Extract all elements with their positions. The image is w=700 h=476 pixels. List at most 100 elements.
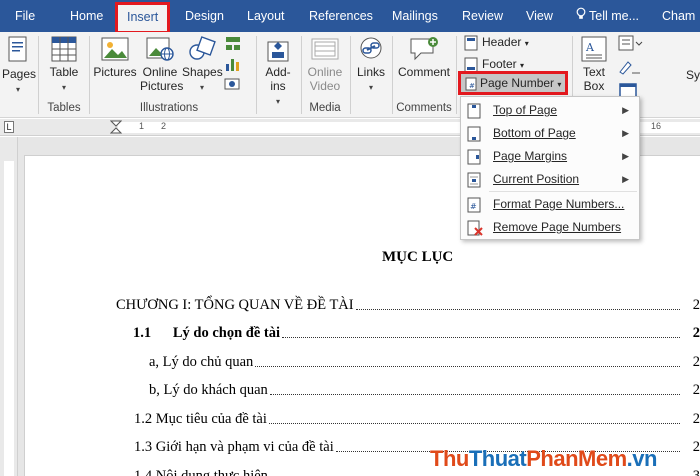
- pictures-button[interactable]: Pictures: [92, 36, 138, 79]
- svg-text:#: #: [470, 202, 477, 211]
- tell-me-label: Tell me...: [589, 9, 640, 23]
- vertical-ruler[interactable]: [0, 137, 18, 476]
- store-icon: [267, 41, 289, 62]
- svg-text:A: A: [585, 41, 595, 54]
- menu-item-label: Remove Page Numbers: [493, 220, 622, 234]
- text-box-icon: A: [581, 36, 607, 62]
- pages-icon: [8, 36, 27, 62]
- shapes-button[interactable]: Shapes ▾: [182, 36, 223, 95]
- toc-entry-text: a, Lý do chủ quan: [149, 354, 254, 370]
- submenu-arrow-icon: ▶: [622, 151, 629, 161]
- screenshot-icon[interactable]: [224, 76, 242, 92]
- menu-item-format-page-numbers[interactable]: # Format Page Numbers...: [461, 193, 639, 216]
- menu-item-label: Current Position: [493, 172, 580, 186]
- site-watermark: ThuThuatPhanMem.vn: [430, 446, 657, 472]
- table-icon: [51, 36, 77, 62]
- links-button[interactable]: Links ▾: [351, 36, 391, 95]
- toc-entry[interactable]: 1.1 Lý do chọn đề tài 2: [133, 322, 700, 342]
- page-number-label: Page Number: [480, 76, 555, 90]
- header-button[interactable]: Header ▾: [464, 32, 529, 52]
- watermark-part: Thuat: [468, 446, 527, 471]
- add-ins-label: Add-ins: [265, 65, 291, 93]
- menu-item-remove-page-numbers[interactable]: Remove Page Numbers: [461, 216, 639, 239]
- ruler-number: 1: [139, 121, 145, 131]
- page-top-icon: [467, 103, 481, 119]
- menu-item-bottom-of-page[interactable]: Bottom of Page ▶: [461, 122, 639, 145]
- ribbon-tab-bar: File Home Insert Design Layout Reference…: [0, 0, 700, 34]
- add-ins-button[interactable]: Add-ins ▾: [258, 36, 298, 109]
- page-number-menu: Top of Page ▶ Bottom of Page ▶ Page Margin…: [460, 96, 640, 240]
- symbols-button[interactable]: Sy: [686, 68, 700, 82]
- group-label-tables: Tables: [47, 102, 81, 114]
- shapes-icon: [189, 36, 216, 60]
- group-separator: [89, 36, 90, 114]
- toc-leader: [282, 337, 680, 338]
- vertical-ruler-text-area: [4, 161, 14, 476]
- tab-mailings[interactable]: Mailings: [392, 0, 438, 32]
- tab-references[interactable]: References: [309, 0, 373, 32]
- toc-entry-text: b, Lý do khách quan: [149, 382, 268, 398]
- link-icon: [360, 37, 382, 59]
- page-number-button[interactable]: # Page Number ▾: [458, 71, 568, 95]
- pages-button[interactable]: Pages ▾: [2, 36, 37, 97]
- tab-insert[interactable]: Insert: [114, 2, 171, 34]
- toc-entry-text: 1.3 Giới hạn và phạm vi của đề tài: [134, 439, 334, 455]
- comment-button[interactable]: Comment: [394, 36, 454, 79]
- user-name[interactable]: Cham: [662, 0, 695, 32]
- remove-page-numbers-icon: [467, 220, 483, 236]
- group-label-illustrations: Illustrations: [139, 102, 199, 114]
- header-icon: [464, 35, 478, 51]
- menu-item-top-of-page[interactable]: Top of Page ▶: [461, 99, 639, 122]
- toc-entry-text: 1.4 Nội dung thực hiện: [134, 468, 268, 476]
- tab-layout[interactable]: Layout: [247, 0, 285, 32]
- smartart-icon[interactable]: [224, 36, 242, 52]
- indent-marker-icon[interactable]: [110, 120, 122, 135]
- menu-item-label: Top of Page: [493, 103, 558, 117]
- toc-entry[interactable]: b, Lý do khách quan 2: [149, 379, 700, 399]
- menu-item-page-margins[interactable]: Page Margins ▶: [461, 145, 639, 168]
- signature-line-icon[interactable]: [618, 58, 648, 76]
- page-number-icon: #: [465, 77, 477, 91]
- online-pictures-button[interactable]: Online Pictures: [140, 36, 183, 93]
- tell-me-search[interactable]: Tell me...: [576, 0, 639, 32]
- pictures-label: Pictures: [93, 65, 137, 79]
- menu-item-current-position[interactable]: Current Position ▶: [461, 168, 639, 191]
- ruler-number: 16: [651, 121, 662, 131]
- comment-icon: [410, 37, 438, 61]
- tab-view[interactable]: View: [526, 0, 553, 32]
- page-bottom-icon: [467, 126, 481, 142]
- table-button[interactable]: Table ▾: [44, 36, 84, 95]
- illustration-small-buttons: [224, 36, 244, 96]
- watermark-part: .vn: [626, 446, 658, 471]
- tab-selector[interactable]: L: [4, 121, 14, 133]
- toc-leader: [255, 366, 680, 367]
- toc-entry[interactable]: CHƯƠNG I: TỔNG QUAN VỀ ĐỀ TÀI 2: [116, 294, 700, 314]
- text-box-label: Text Box: [582, 65, 605, 93]
- watermark-part: Thu: [430, 446, 469, 471]
- tab-review[interactable]: Review: [462, 0, 503, 32]
- toc-page-number: 2: [692, 325, 700, 341]
- chart-icon[interactable]: [224, 56, 242, 72]
- toc-leader: [355, 309, 680, 310]
- submenu-arrow-icon: ▶: [622, 128, 629, 138]
- toc-page-number: 2: [692, 439, 700, 455]
- toc-entry[interactable]: a, Lý do chủ quan 2: [149, 351, 700, 371]
- menu-item-label: Page Margins: [493, 149, 568, 163]
- format-page-numbers-icon: #: [467, 197, 481, 213]
- header-label: Header: [482, 35, 522, 49]
- tab-design[interactable]: Design: [185, 0, 224, 32]
- toc-page-number: 2: [692, 354, 700, 370]
- footer-label: Footer: [482, 57, 517, 71]
- tab-home[interactable]: Home: [70, 0, 103, 32]
- toc-entry-text: 1.1 Lý do chọn đề tài: [133, 325, 281, 341]
- current-position-icon: [467, 172, 481, 188]
- tab-file[interactable]: File: [15, 0, 35, 32]
- quick-parts-icon[interactable]: [618, 34, 648, 52]
- online-video-button[interactable]: Online Video: [302, 36, 348, 93]
- pages-label: Pages: [2, 67, 37, 81]
- group-label-comments: Comments: [396, 102, 452, 114]
- group-separator: [392, 36, 393, 114]
- toc-entry[interactable]: 1.2 Mục tiêu của đề tài 2: [134, 408, 700, 428]
- toc-page-number: 2: [692, 411, 700, 427]
- shapes-label: Shapes: [182, 65, 223, 79]
